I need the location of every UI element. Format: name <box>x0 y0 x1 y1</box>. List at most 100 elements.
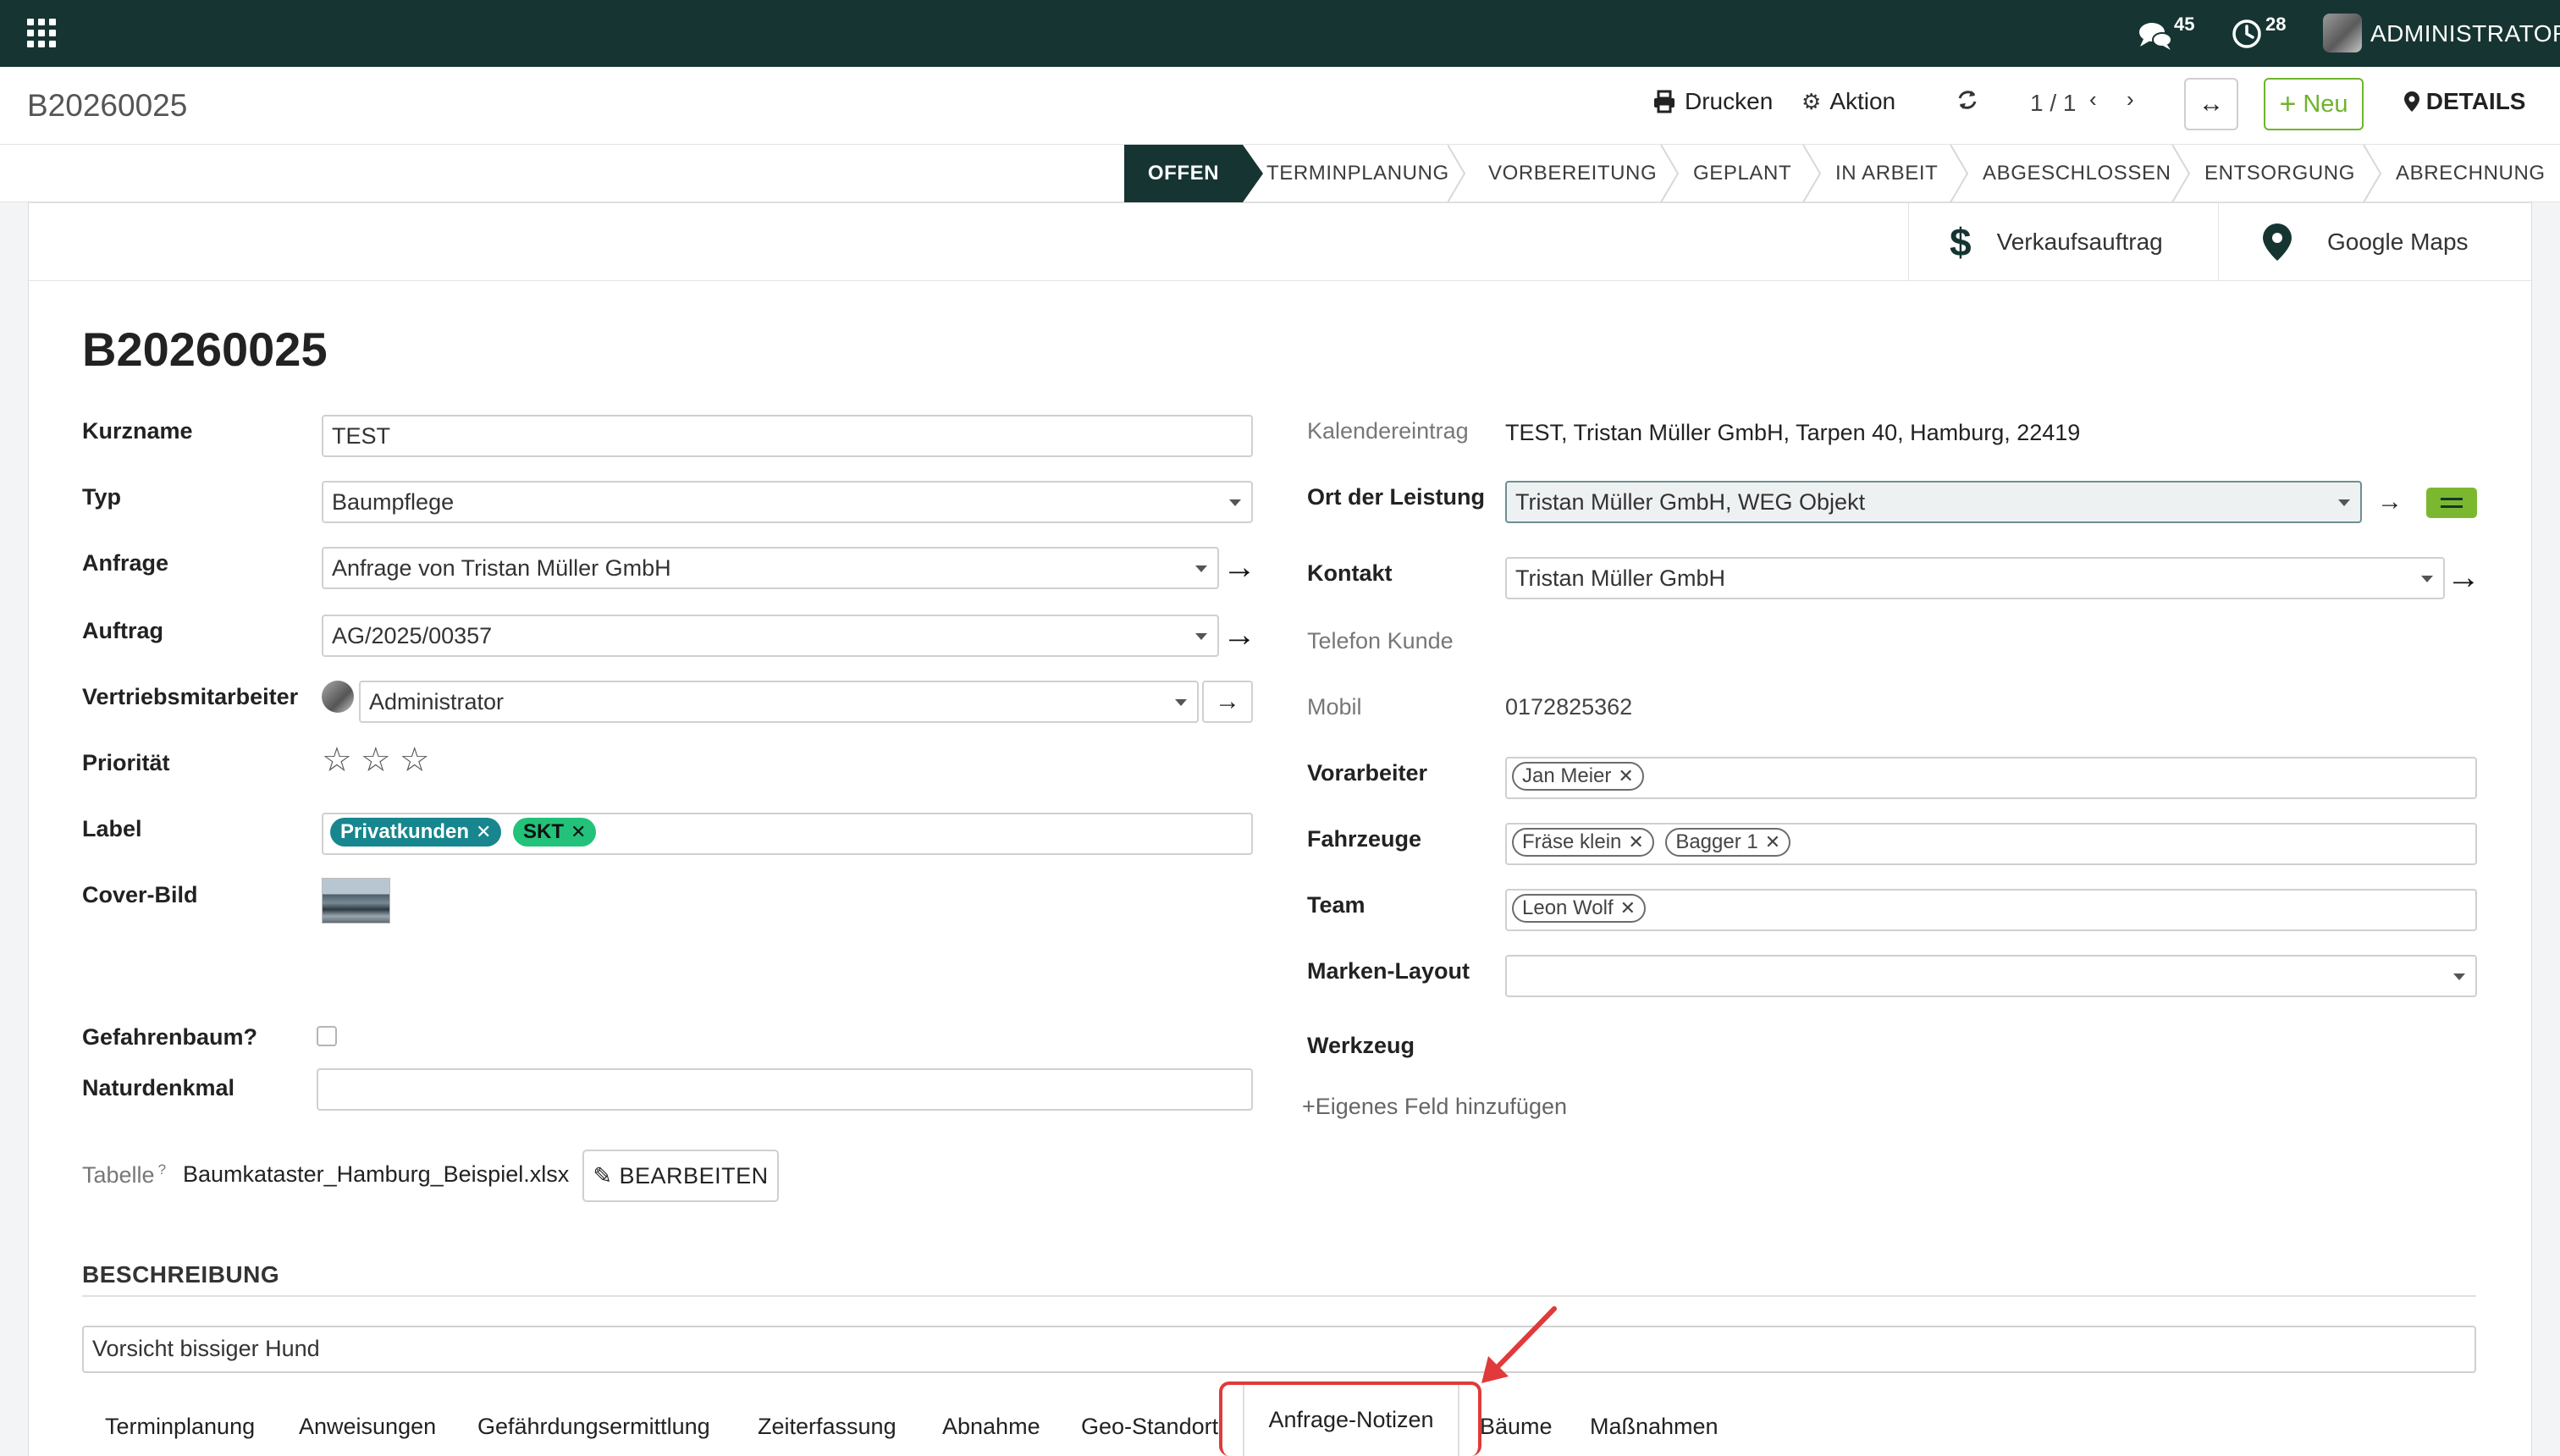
naturdenkmal-label: Naturdenkmal <box>82 1075 235 1100</box>
kontakt-value: Tristan Müller GmbH <box>1515 565 1726 591</box>
stage-separators <box>1448 145 2382 202</box>
pager-previous-button[interactable]: ‹ <box>2089 86 2097 113</box>
pager-next-button[interactable]: › <box>2127 86 2134 113</box>
details-button[interactable]: DETAILS <box>2404 88 2525 115</box>
new-record-button[interactable]: + Neu <box>2264 78 2364 130</box>
close-icon[interactable]: ✕ <box>476 821 491 843</box>
dollar-icon: $ <box>1950 219 1972 264</box>
annotation-highlight-box <box>1219 1382 1481 1456</box>
stage-terminplanung[interactable]: TERMINPLANUNG <box>1266 145 1449 202</box>
marken-label: Marken-Layout <box>1307 958 1470 984</box>
app-menu-grid-icon[interactable] <box>27 19 56 47</box>
telefon-label: Telefon Kunde <box>1307 628 1454 654</box>
star-icon[interactable]: ☆ <box>400 743 430 777</box>
signpost-icon <box>2441 498 2463 508</box>
kontakt-select[interactable]: Tristan Müller GmbH <box>1505 557 2445 599</box>
user-avatar[interactable] <box>2323 14 2362 52</box>
tabelle-filename[interactable]: Baumkataster_Hamburg_Beispiel.xlsx <box>183 1161 569 1188</box>
cover-image[interactable] <box>322 878 390 924</box>
stage-offen[interactable]: OFFEN <box>1124 145 1243 202</box>
vertrieb-value: Administrator <box>369 689 505 714</box>
tab-abnahme[interactable]: Abnahme <box>942 1414 1040 1440</box>
help-tooltip-icon[interactable]: ? <box>158 1161 166 1177</box>
caret-down-icon <box>2421 576 2433 582</box>
refresh-button[interactable] <box>1956 88 1979 112</box>
bearbeiten-label: BEARBEITEN <box>619 1162 769 1189</box>
tab-baeume[interactable]: Bäume <box>1480 1414 1553 1440</box>
close-icon[interactable]: ✕ <box>1620 897 1636 919</box>
arrow-right-icon: → <box>1215 687 1240 715</box>
gear-icon: ⚙ <box>1801 88 1822 114</box>
tag-label: Privatkunden <box>340 820 470 843</box>
label-tags-field[interactable]: Privatkunden ✕ SKT ✕ <box>322 813 1253 855</box>
tag-label: Fräse klein <box>1522 830 1622 853</box>
gefahrenbaum-checkbox[interactable] <box>317 1026 337 1046</box>
kontakt-open-arrow-icon[interactable]: → <box>2447 560 2480 594</box>
kalender-label: Kalendereintrag <box>1307 418 1469 444</box>
tab-geo-standort[interactable]: Geo-Standort <box>1081 1414 1218 1440</box>
star-icon[interactable]: ☆ <box>361 743 391 777</box>
kalender-value: TEST, Tristan Müller GmbH, Tarpen 40, Ha… <box>1505 420 2081 445</box>
tab-massnahmen[interactable]: Maßnahmen <box>1590 1414 1719 1440</box>
tab-zeiterfassung[interactable]: Zeiterfassung <box>758 1414 897 1440</box>
tag-leon-wolf: Leon Wolf ✕ <box>1512 894 1647 923</box>
caret-down-icon <box>2338 499 2350 506</box>
anfrage-open-arrow-icon[interactable]: → <box>1222 550 1256 584</box>
action-button[interactable]: ⚙ Aktion <box>1801 88 1895 115</box>
tab-anweisungen[interactable]: Anweisungen <box>299 1414 436 1440</box>
google-maps-smart-button[interactable]: Google Maps <box>2218 203 2531 280</box>
edit-table-button[interactable]: ✎ BEARBEITEN <box>582 1150 779 1202</box>
tag-label: Jan Meier <box>1522 764 1612 787</box>
caret-down-icon <box>1195 633 1207 640</box>
tab-terminplanung[interactable]: Terminplanung <box>105 1414 255 1440</box>
ort-select[interactable]: Tristan Müller GmbH, WEG Objekt <box>1505 481 2362 523</box>
mobil-label: Mobil <box>1307 694 1362 720</box>
tag-label: Leon Wolf <box>1522 896 1614 919</box>
team-tags-field[interactable]: Leon Wolf ✕ <box>1505 889 2477 931</box>
ort-label: Ort der Leistung <box>1307 484 1486 510</box>
tab-gefaehrdungsermittlung[interactable]: Gefährdungsermittlung <box>477 1414 710 1440</box>
ort-open-button[interactable]: → <box>2369 481 2411 523</box>
printer-icon <box>1654 90 1674 113</box>
pager-value[interactable]: 1 / 1 <box>2030 90 2076 117</box>
vertrieb-select[interactable]: Administrator <box>359 681 1199 723</box>
auftrag-select[interactable]: AG/2025/00357 <box>322 615 1219 657</box>
add-custom-field-link[interactable]: +Eigenes Feld hinzufügen <box>1302 1094 1567 1120</box>
expand-button[interactable]: ↔ <box>2184 78 2238 130</box>
kontakt-label: Kontakt <box>1307 560 1393 586</box>
beschreibung-input[interactable]: Vorsicht bissiger Hund <box>82 1326 2476 1373</box>
user-name[interactable]: ADMINISTRATOR <box>2370 20 2560 47</box>
vorarbeiter-label: Vorarbeiter <box>1307 760 1428 786</box>
fahrzeuge-tags-field[interactable]: Fräse klein ✕ Bagger 1 ✕ <box>1505 823 2477 865</box>
priority-stars: ☆ ☆ ☆ <box>322 743 430 777</box>
sales-order-smart-button[interactable]: $ Verkaufsauftrag <box>1908 203 2218 280</box>
stage-abrechnung[interactable]: ABRECHNUNG <box>2396 145 2546 202</box>
vorarbeiter-tags-field[interactable]: Jan Meier ✕ <box>1505 757 2477 799</box>
auftrag-open-arrow-icon[interactable]: → <box>1222 618 1256 652</box>
messages-count: 45 <box>2174 14 2195 35</box>
marken-select[interactable] <box>1505 955 2477 997</box>
signpost-button[interactable] <box>2426 488 2477 518</box>
activities-count: 28 <box>2265 14 2287 35</box>
close-icon[interactable]: ✕ <box>1628 831 1643 853</box>
anfrage-label: Anfrage <box>82 550 169 576</box>
close-icon[interactable]: ✕ <box>1765 831 1780 853</box>
mobil-value[interactable]: 0172825362 <box>1505 694 1632 720</box>
print-button[interactable]: Drucken <box>1652 88 1773 115</box>
vertrieb-open-button[interactable]: → <box>1202 681 1253 723</box>
stage-active-arrow <box>1243 145 1263 202</box>
kurzname-input[interactable]: TEST <box>322 415 1253 457</box>
beschreibung-section-title: BESCHREIBUNG <box>82 1261 280 1288</box>
activities-button[interactable]: 28 <box>2232 14 2286 52</box>
team-label: Team <box>1307 892 1366 918</box>
tag-skt: SKT ✕ <box>513 818 597 847</box>
star-icon[interactable]: ☆ <box>322 743 352 777</box>
messages-button[interactable]: 45 <box>2137 14 2194 52</box>
naturdenkmal-input[interactable] <box>317 1068 1253 1111</box>
anfrage-select[interactable]: Anfrage von Tristan Müller GmbH <box>322 547 1219 589</box>
typ-select[interactable]: Baumpflege <box>322 481 1253 523</box>
vertrieb-label: Vertriebsmitarbeiter <box>82 684 299 709</box>
chevron-left-icon: ‹ <box>2089 86 2097 112</box>
close-icon[interactable]: ✕ <box>1618 765 1633 787</box>
close-icon[interactable]: ✕ <box>571 821 586 843</box>
